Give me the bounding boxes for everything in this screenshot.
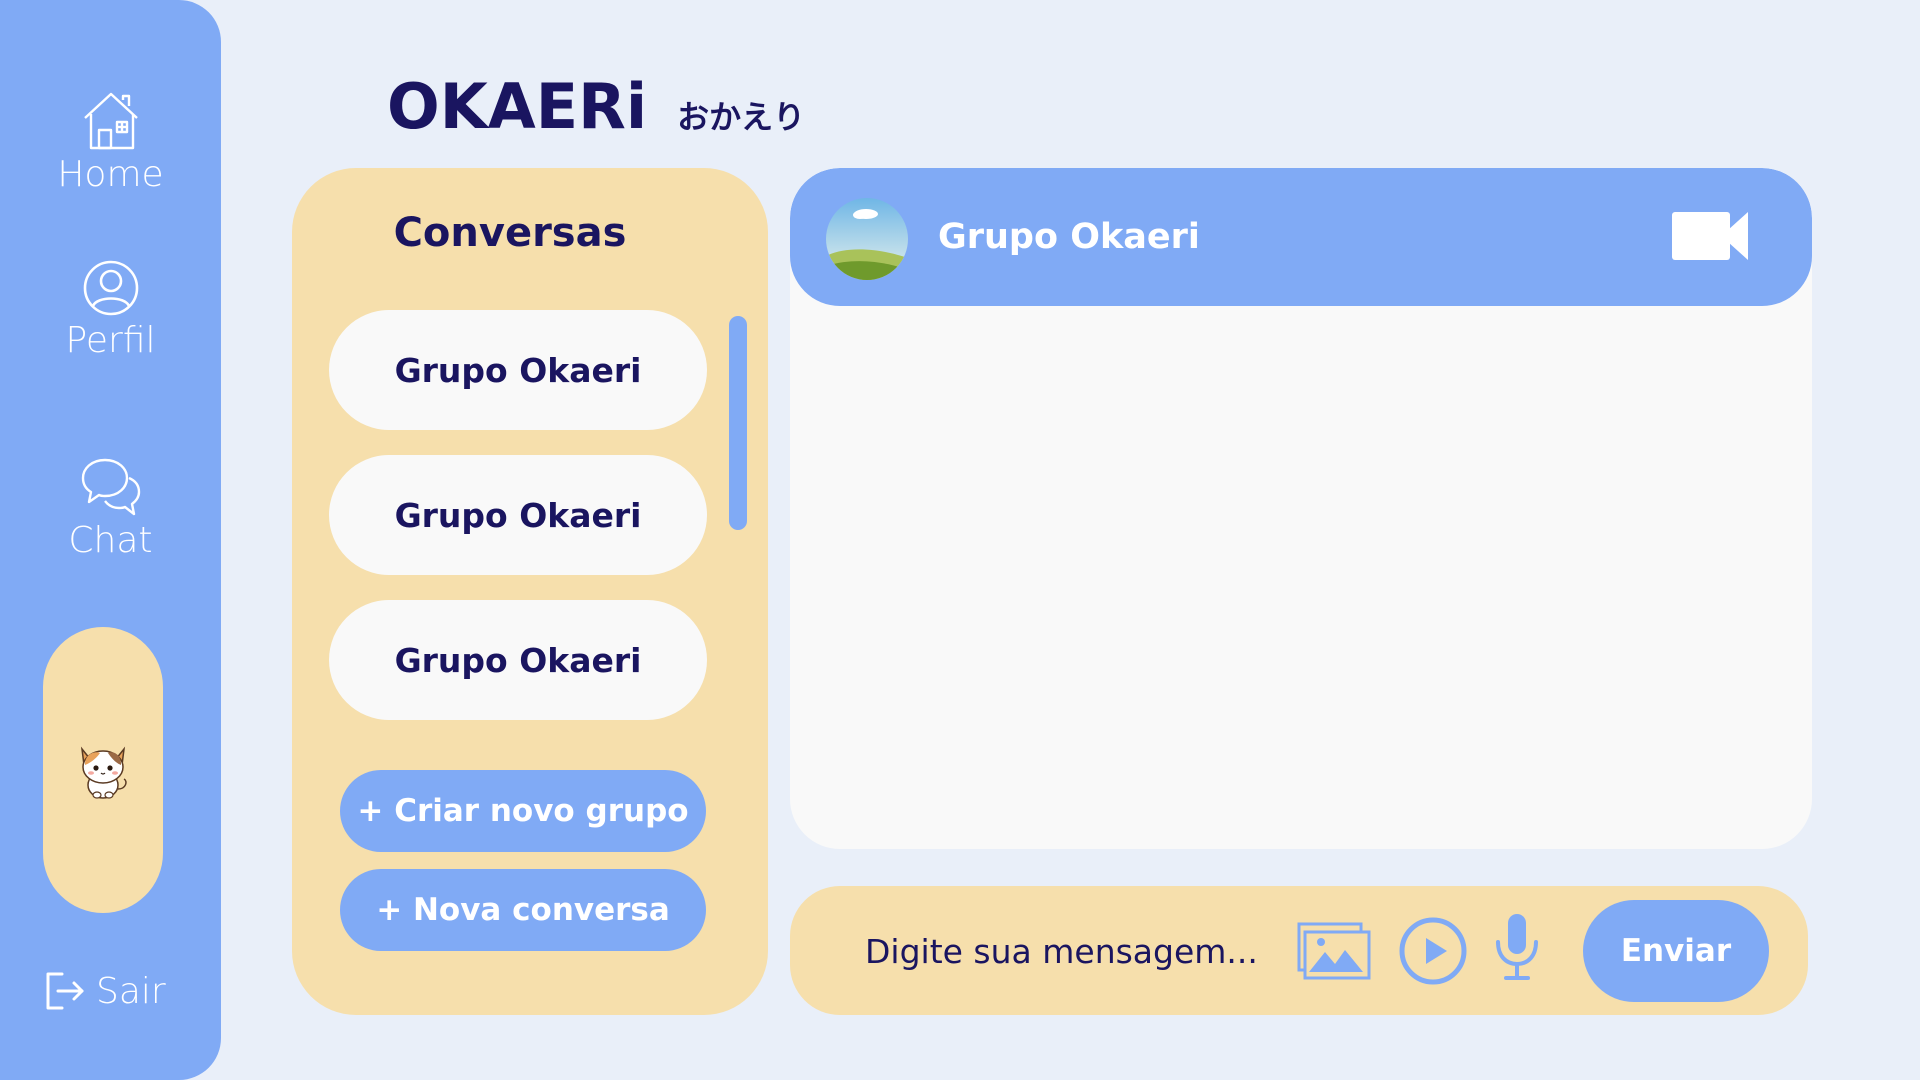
voice-message-button[interactable] xyxy=(1494,912,1540,986)
conversation-item[interactable]: Grupo Okaeri xyxy=(329,600,707,720)
image-gallery-icon xyxy=(1297,922,1371,980)
send-label: Enviar xyxy=(1620,933,1732,969)
message-input[interactable] xyxy=(865,916,1265,986)
user-icon xyxy=(83,260,138,316)
user-avatar-card[interactable] xyxy=(43,627,163,913)
sidebar-item-perfil[interactable]: Perfil xyxy=(0,258,221,361)
create-group-label: + Criar novo grupo xyxy=(357,793,689,829)
chat-icon xyxy=(81,458,140,516)
new-conversation-button[interactable]: + Nova conversa xyxy=(340,869,706,951)
conversation-name: Grupo Okaeri xyxy=(394,495,642,535)
conversation-name: Grupo Okaeri xyxy=(394,350,642,390)
message-input-bar: Enviar xyxy=(790,886,1808,1015)
attach-image-button[interactable] xyxy=(1297,922,1371,984)
cat-avatar-icon xyxy=(80,746,127,799)
sidebar-item-home[interactable]: Home xyxy=(0,88,221,195)
app-logo: OKAERi xyxy=(387,70,648,143)
app-logo-kana: おかえり xyxy=(677,98,806,136)
conversation-item[interactable]: Grupo Okaeri xyxy=(329,310,707,430)
sidebar: Home Perfil Chat Sair xyxy=(0,0,221,1080)
play-media-button[interactable] xyxy=(1398,916,1468,990)
logout-label: Sair xyxy=(96,970,166,1012)
send-button[interactable]: Enviar xyxy=(1583,900,1769,1002)
conversation-name: Grupo Okaeri xyxy=(394,640,642,680)
logout-icon xyxy=(46,972,84,1010)
conversations-panel: Conversas Grupo Okaeri Grupo Okaeri Grup… xyxy=(292,168,768,1015)
video-camera-icon xyxy=(1672,212,1748,260)
home-icon xyxy=(83,92,138,150)
conversations-scrollbar[interactable] xyxy=(729,316,747,530)
chat-header: Grupo Okaeri xyxy=(790,168,1812,306)
microphone-icon xyxy=(1496,914,1538,980)
conversation-item[interactable]: Grupo Okaeri xyxy=(329,455,707,575)
sidebar-item-label: Perfil xyxy=(65,320,156,361)
group-avatar[interactable] xyxy=(826,198,908,280)
chat-group-name: Grupo Okaeri xyxy=(938,217,1200,257)
chat-window: Grupo Okaeri xyxy=(790,168,1812,849)
sidebar-item-label: Chat xyxy=(68,520,153,561)
video-call-button[interactable] xyxy=(1670,206,1750,266)
sidebar-item-label: Home xyxy=(57,154,164,195)
new-conversation-label: + Nova conversa xyxy=(376,892,670,928)
conversations-title: Conversas xyxy=(393,210,627,256)
landscape-avatar-image xyxy=(826,198,908,280)
logout-button[interactable]: Sair xyxy=(44,970,166,1012)
brand-header: OKAERi おかえり xyxy=(387,70,805,143)
play-icon xyxy=(1399,917,1467,985)
sidebar-item-chat[interactable]: Chat xyxy=(0,456,221,561)
create-group-button[interactable]: + Criar novo grupo xyxy=(340,770,706,852)
